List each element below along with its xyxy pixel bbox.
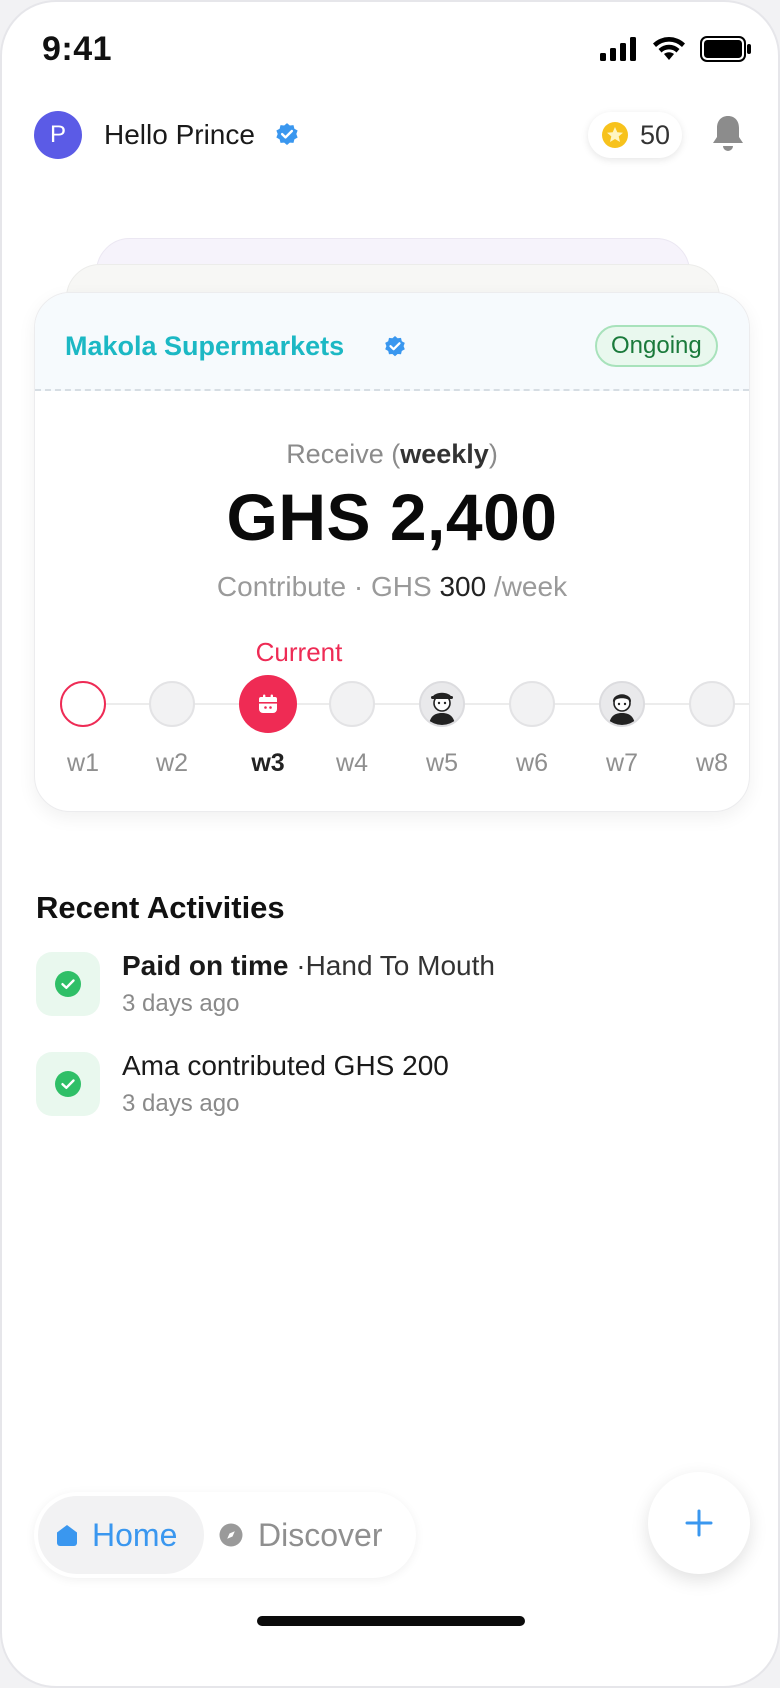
receive-amount: GHS 2,400 (226, 480, 558, 554)
week-7-member-avatar[interactable] (599, 681, 645, 727)
week-7-label: w7 (606, 749, 638, 777)
week-5-label: w5 (426, 749, 458, 777)
activity-status (36, 1052, 100, 1116)
contribute-suffix: /week (486, 571, 568, 602)
activity-status (36, 952, 100, 1016)
nav-discover-label: Discover (258, 1516, 383, 1553)
week-1-label: w1 (67, 749, 99, 777)
points-value: 50 (639, 119, 671, 150)
activity-time: 3 days ago (122, 990, 240, 1017)
activity-time: 3 days ago (122, 1090, 240, 1117)
greeting-text: Hello Prince (104, 119, 255, 150)
verified-badge-icon (276, 123, 298, 145)
contribute-amount: 300 (439, 571, 487, 602)
notification-bell-icon[interactable] (710, 113, 746, 155)
activity-title-rest: Ama contributed GHS 200 (122, 1050, 449, 1081)
plus-icon (685, 1509, 713, 1537)
group-card[interactable]: Makola Supermarkets Ongoing Receive (wee… (34, 292, 750, 812)
week-6-label: w6 (516, 749, 548, 777)
check-circle-icon (55, 971, 81, 997)
week-2-dot[interactable] (149, 681, 195, 727)
status-time: 9:41 (42, 30, 113, 68)
add-button[interactable] (648, 1472, 750, 1574)
recent-activities-heading: Recent Activities (36, 890, 285, 925)
group-card-header: Makola Supermarkets Ongoing (35, 293, 749, 391)
calendar-icon (259, 694, 277, 713)
week-8-label: w8 (696, 749, 728, 777)
app-header: P Hello Prince 50 (2, 106, 778, 166)
check-circle-icon (55, 1071, 81, 1097)
contribution-text: Contribute · GHS 300 /week (35, 571, 749, 603)
compass-icon (219, 1523, 243, 1547)
activity-title-rest: ·Hand To Mouth (288, 950, 495, 981)
week-3-label: w3 (251, 749, 285, 777)
contribute-prefix: Contribute · GHS (216, 571, 440, 602)
battery-icon (700, 36, 751, 62)
home-icon (57, 1525, 77, 1546)
bottom-nav: Home Discover (34, 1492, 416, 1578)
current-week-label: Current (255, 637, 343, 667)
nav-home-tab[interactable]: Home (38, 1496, 204, 1574)
points-pill[interactable]: 50 (588, 112, 682, 158)
receive-prefix: Receive ( (286, 439, 401, 469)
group-name[interactable]: Makola Supermarkets (65, 331, 344, 362)
avatar[interactable]: P (34, 111, 82, 159)
week-3-dot[interactable] (239, 675, 297, 733)
activity-title-bold: Paid on time (122, 950, 289, 981)
week-6-dot[interactable] (509, 681, 555, 727)
cellular-signal-icon (600, 37, 636, 61)
home-indicator (257, 1616, 525, 1626)
receive-suffix: ) (488, 439, 498, 469)
status-badge: Ongoing (595, 325, 718, 367)
activity-item[interactable]: Ama contributed GHS 200 3 days ago (36, 1050, 736, 1120)
week-1-dot[interactable] (60, 681, 106, 727)
receive-label: Receive (weekly) (35, 439, 749, 470)
activity-title: Ama contributed GHS 200 (122, 1050, 449, 1082)
receive-period: weekly (400, 439, 489, 469)
phone-screen: 9:41 P Hello Prince 50 Makola Supermarke… (0, 0, 780, 1688)
week-2-label: w2 (156, 749, 188, 777)
nav-home-label: Home (92, 1516, 178, 1553)
member-avatar-icon (601, 683, 643, 725)
nav-discover-tab[interactable]: Discover (218, 1496, 382, 1574)
week-4-label: w4 (336, 749, 368, 777)
wifi-icon (653, 37, 685, 60)
star-coin-icon (601, 122, 628, 148)
member-avatar-icon (421, 683, 463, 725)
status-icons (600, 34, 752, 64)
activity-item[interactable]: Paid on time ·Hand To Mouth 3 days ago (36, 950, 736, 1020)
verified-badge-icon (385, 336, 405, 357)
week-4-dot[interactable] (329, 681, 375, 727)
activity-title: Paid on time ·Hand To Mouth (122, 950, 495, 982)
week-5-member-avatar[interactable] (419, 681, 465, 727)
week-8-dot[interactable] (689, 681, 735, 727)
status-bar: 9:41 (2, 2, 778, 98)
